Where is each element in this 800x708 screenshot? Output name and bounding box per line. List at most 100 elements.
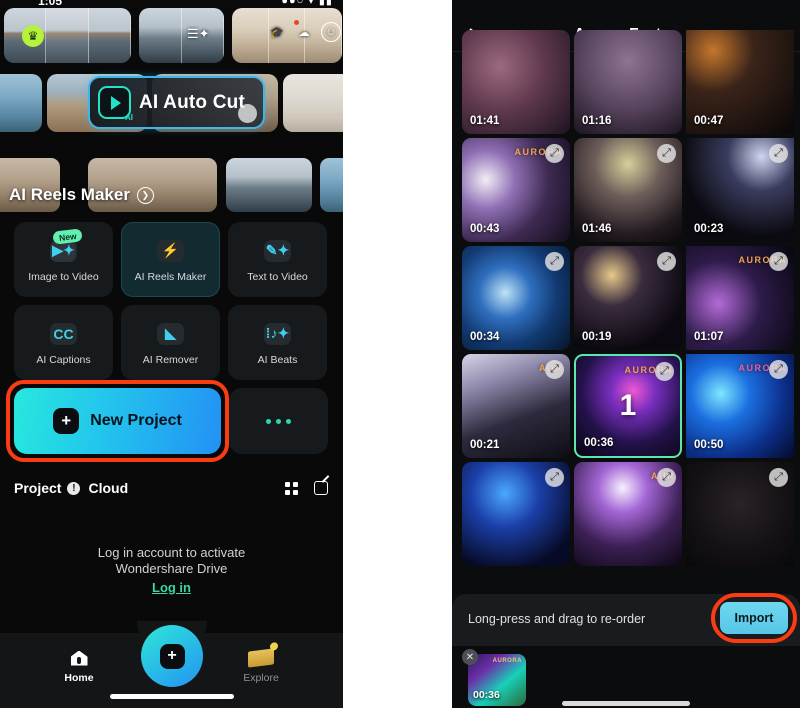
media-thumbnail[interactable]: ⤢ [462, 462, 570, 566]
plus-fab-icon: + [159, 643, 185, 669]
expand-icon[interactable]: ⤢ [657, 468, 676, 487]
duration-label: 01:16 [582, 115, 612, 127]
home-indicator-bar [110, 694, 234, 699]
image-to-video-icon: ▶✦ New [48, 227, 84, 265]
media-thumbnail[interactable]: ⤢ 00:34 [462, 246, 570, 350]
nav-item-home[interactable]: Home [44, 647, 114, 684]
empty-state-line1: Log in account to activate [97, 545, 246, 560]
grid-view-icon[interactable] [285, 481, 298, 495]
status-bar-time: 1:05 [38, 0, 63, 8]
home-indicator-bar [562, 701, 690, 706]
template-card-ferry[interactable]: ♛ [4, 8, 131, 63]
equalizer-note-icon: ⁞♪✦ [262, 320, 294, 348]
media-thumbnail[interactable]: ⤢ 00:19 [574, 246, 682, 350]
feature-ai-beats[interactable]: ⁞♪✦ AI Beats [228, 305, 327, 380]
carousel-thumb[interactable] [283, 74, 343, 132]
three-dots-icon [286, 418, 291, 424]
status-bar: 1:05 ●●○ ▾ ▮▮ [0, 0, 343, 8]
expand-icon[interactable]: ⤢ [769, 360, 788, 379]
feature-row: CC AI Captions ◣ AI Remover ⁞♪✦ AI Beats [14, 305, 328, 380]
info-icon[interactable]: ! [67, 481, 81, 495]
media-thumbnail[interactable]: 00:47 [686, 30, 794, 134]
watermark-label: AURORA [492, 658, 522, 664]
feature-grid: ▶✦ New Image to Video ⚡ AI Reels Maker ✎… [6, 222, 328, 462]
feature-label: Text to Video [247, 270, 308, 283]
media-thumbnail[interactable]: ⤢ 01:46 [574, 138, 682, 242]
media-thumbnail-selected[interactable]: AURORA ⤢ 1 00:36 [574, 354, 682, 458]
nav-explore-label: Explore [243, 672, 279, 684]
expand-icon[interactable]: ⤢ [769, 468, 788, 487]
smiley-icon[interactable]: ☺ [321, 22, 341, 42]
ai-reels-maker-label: AI Reels Maker [9, 185, 130, 204]
media-grid-row: AURORA ⤢ 00:43 ⤢ 01:46 ⤢ 00:23 [462, 138, 794, 242]
expand-icon[interactable]: ⤢ [657, 252, 676, 271]
media-grid: 01:41 01:16 00:47 AURORA ⤢ 00:43 ⤢ 01:46… [462, 30, 794, 570]
tray-thumbnail[interactable]: AURORA 00:36 [468, 654, 526, 706]
media-thumbnail[interactable]: AURORA ⤢ 01:07 [686, 246, 794, 350]
expand-icon[interactable]: ⤢ [545, 144, 564, 163]
feature-text-to-video[interactable]: ✎✦ Text to Video [228, 222, 327, 297]
expand-icon[interactable]: ⤢ [657, 144, 676, 163]
close-circle-icon[interactable]: ✕ [462, 649, 478, 665]
media-thumbnail[interactable]: AURORA ⤢ 00:43 [462, 138, 570, 242]
feature-label: AI Remover [142, 353, 199, 366]
duration-label: 00:23 [694, 223, 724, 235]
duration-label: 01:41 [470, 115, 500, 127]
expand-icon[interactable]: ⤢ [545, 360, 564, 379]
template-card-harbour[interactable]: ☰✦ [139, 8, 224, 63]
feature-label: AI Reels Maker [134, 270, 207, 283]
highlight-ring-import [711, 593, 797, 643]
new-project-row: + New Project [6, 380, 328, 462]
carousel-thumb[interactable] [0, 74, 42, 132]
lightning-icon: ⚡ [155, 237, 187, 265]
cloud-icon[interactable]: ☁ [294, 22, 314, 42]
status-bar-indicators: ●●○ ▾ ▮▮ [281, 0, 333, 7]
three-dots-icon [266, 418, 271, 424]
bottom-nav-bar: Home + Explore [0, 621, 343, 708]
highlight-ring-new-project [6, 380, 229, 462]
duration-label: 00:50 [694, 439, 724, 451]
crown-icon: ♛ [22, 25, 44, 47]
more-options-button[interactable] [229, 388, 328, 454]
duration-label: 00:43 [470, 223, 500, 235]
login-link[interactable]: Log in [152, 580, 191, 595]
media-thumbnail[interactable]: 01:41 [462, 30, 570, 134]
tab-project[interactable]: Project [14, 480, 61, 496]
carousel-thumb[interactable] [226, 158, 312, 212]
media-thumbnail[interactable]: ⤢ 00:23 [686, 138, 794, 242]
feature-ai-reels-maker[interactable]: ⚡ AI Reels Maker [121, 222, 220, 297]
template-carousel-top[interactable]: ♛ ☰✦ 🎓 ☁ ☺ [0, 8, 343, 63]
create-fab-button[interactable]: + [141, 625, 203, 687]
feature-row: ▶✦ New Image to Video ⚡ AI Reels Maker ✎… [14, 222, 328, 297]
expand-icon[interactable]: ⤢ [545, 468, 564, 487]
ai-auto-cut-label: AI Auto Cut [139, 91, 245, 113]
feature-ai-remover[interactable]: ◣ AI Remover [121, 305, 220, 380]
feature-ai-captions[interactable]: CC AI Captions [14, 305, 113, 380]
feature-image-to-video[interactable]: ▶✦ New Image to Video [14, 222, 113, 297]
overlay-action-icons[interactable]: 🎓 ☁ ☺ [267, 22, 341, 42]
tab-cloud[interactable]: Cloud [88, 480, 128, 496]
new-project-wrapper: + New Project [6, 380, 229, 462]
graduation-cap-icon[interactable]: 🎓 [267, 22, 287, 42]
carousel-thumb[interactable] [320, 158, 343, 212]
media-thumbnail[interactable]: AURORA ⤢ 00:50 [686, 354, 794, 458]
media-thumbnail[interactable]: AUR ⤢ [574, 462, 682, 566]
duration-label: 00:36 [473, 689, 500, 701]
three-dots-icon [276, 418, 281, 424]
media-grid-row: ⤢ 00:34 ⤢ 00:19 AURORA ⤢ 01:07 [462, 246, 794, 350]
expand-icon[interactable]: ⤢ [769, 252, 788, 271]
ai-auto-cut-button[interactable]: AI AI Auto Cut [88, 76, 265, 129]
media-thumbnail[interactable]: AUR ⤢ 00:21 [462, 354, 570, 458]
nav-item-explore[interactable]: Explore [226, 647, 296, 684]
media-thumbnail[interactable]: 01:16 [574, 30, 682, 134]
cc-icon: CC [48, 320, 80, 348]
left-phone-screen: 1:05 ●●○ ▾ ▮▮ ♛ ☰✦ 🎓 ☁ ☺ AI AI Auto Cut … [0, 0, 343, 708]
reorder-hint-text: Long-press and drag to re-order [468, 612, 646, 626]
eraser-icon: ◣ [155, 320, 187, 348]
expand-icon[interactable]: ⤢ [545, 252, 564, 271]
expand-icon[interactable]: ⤢ [769, 144, 788, 163]
edit-square-icon[interactable] [314, 481, 328, 495]
import-button-wrapper: Import [711, 593, 797, 643]
media-thumbnail[interactable]: ⤢ [686, 462, 794, 566]
ai-reels-maker-link[interactable]: AI Reels Maker ❯ [9, 185, 154, 205]
